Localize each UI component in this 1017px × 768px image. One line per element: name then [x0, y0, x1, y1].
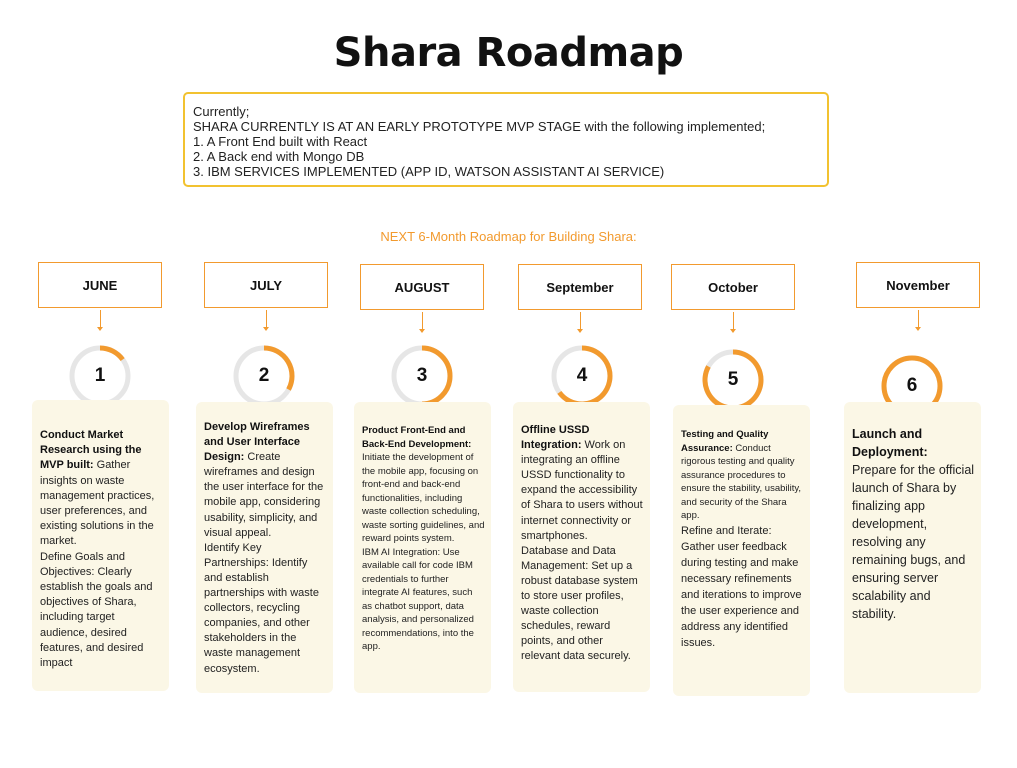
- card-paragraph: Product Front-End and Back-End Developme…: [362, 424, 485, 546]
- month-box-august: AUGUST: [360, 264, 484, 310]
- card-text: Database and Data Management: Set up a r…: [521, 544, 638, 663]
- card-paragraph: Database and Data Management: Set up a r…: [521, 544, 645, 665]
- step-card-june: Conduct Market Research using the MVP bu…: [32, 400, 169, 691]
- status-line: Currently;: [193, 104, 250, 119]
- step-number: 2: [258, 365, 270, 386]
- connector-arrow: [263, 310, 269, 331]
- month-box-september: September: [518, 264, 642, 310]
- card-heading: Product Front-End and Back-End Developme…: [362, 425, 472, 450]
- status-line: 2. A Back end with Mongo DB: [193, 149, 365, 164]
- page-title: Shara Roadmap: [333, 30, 684, 76]
- status-line: 3. IBM SERVICES IMPLEMENTED (APP ID, WAT…: [193, 164, 665, 179]
- card-text: Prepare for the official launch of Shara…: [852, 463, 975, 621]
- step-number: 4: [576, 365, 588, 386]
- card-heading: Offline USSD Integration:: [521, 424, 590, 452]
- step-number: 5: [727, 369, 739, 390]
- step-card-july: Develop Wireframes and User Interface De…: [196, 402, 333, 693]
- card-text: Conduct rigorous testing and quality ass…: [681, 442, 802, 522]
- status-box: Currently; SHARA CURRENTLY IS AT AN EARL…: [183, 92, 829, 187]
- step-card-september: Offline USSD Integration: Work on integr…: [513, 402, 650, 692]
- step-card-august: Product Front-End and Back-End Developme…: [354, 402, 491, 693]
- card-paragraph: Conduct Market Research using the MVP bu…: [40, 428, 161, 550]
- card-text: IBM AI Integration: Use available call f…: [362, 546, 474, 653]
- card-paragraph: Refine and Iterate: Gather user feedback…: [681, 523, 805, 651]
- connector-arrow: [97, 310, 103, 331]
- card-paragraph: Offline USSD Integration: Work on integr…: [521, 423, 645, 544]
- card-paragraph: Identify Key Partnerships: Identify and …: [204, 541, 327, 677]
- card-paragraph: Testing and Quality Assurance: Conduct r…: [681, 428, 805, 523]
- roadmap-subtitle: NEXT 6-Month Roadmap for Building Shara:: [380, 229, 637, 244]
- card-text: Work on integrating an offline USSD func…: [521, 439, 643, 542]
- card-text: Create wireframes and design the user in…: [204, 451, 324, 539]
- step-number: 1: [94, 365, 106, 386]
- month-box-november: November: [856, 262, 980, 308]
- connector-arrow: [730, 312, 736, 333]
- connector-arrow: [577, 312, 583, 333]
- step-card-november: Launch and Deployment: Prepare for the o…: [844, 402, 981, 693]
- card-heading: Launch and Deployment:: [852, 427, 928, 459]
- card-text: Initiate the development of the mobile a…: [362, 452, 485, 544]
- card-text: Refine and Iterate: Gather user feedback…: [681, 524, 802, 649]
- card-text: Define Goals and Objectives: Clearly est…: [40, 550, 153, 670]
- card-text: Identify Key Partnerships: Identify and …: [204, 541, 319, 675]
- card-text: Gather insights on waste management prac…: [40, 459, 155, 548]
- card-paragraph: IBM AI Integration: Use available call f…: [362, 546, 485, 654]
- connector-arrow: [915, 310, 921, 331]
- card-paragraph: Define Goals and Objectives: Clearly est…: [40, 550, 161, 672]
- month-box-october: October: [671, 264, 795, 310]
- month-box-july: JULY: [204, 262, 328, 308]
- status-line: SHARA CURRENTLY IS AT AN EARLY PROTOTYPE…: [193, 119, 766, 134]
- status-line: 1. A Front End built with React: [193, 134, 368, 149]
- step-card-october: Testing and Quality Assurance: Conduct r…: [673, 405, 810, 696]
- card-paragraph: Launch and Deployment: Prepare for the o…: [852, 425, 975, 623]
- step-number: 6: [906, 375, 918, 396]
- connector-arrow: [419, 312, 425, 333]
- step-number: 3: [416, 365, 428, 386]
- card-paragraph: Develop Wireframes and User Interface De…: [204, 420, 327, 541]
- month-box-june: JUNE: [38, 262, 162, 308]
